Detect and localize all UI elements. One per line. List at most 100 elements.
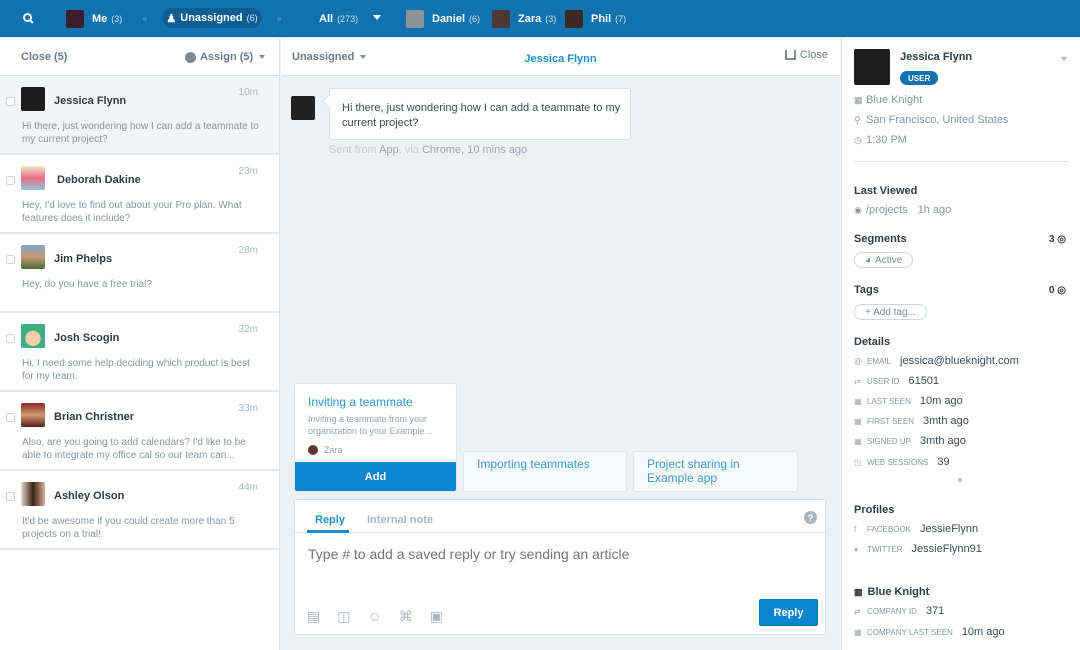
- building-icon: ▦: [854, 94, 863, 105]
- nav-item-daniel[interactable]: Daniel (6): [406, 8, 480, 29]
- assign-icon: [185, 51, 196, 63]
- select-checkbox[interactable]: [6, 492, 15, 501]
- avatar: [406, 9, 424, 28]
- article-title: Inviting a teammate: [308, 395, 413, 409]
- nav-count: (6): [469, 13, 481, 24]
- nav-label: Me: [92, 12, 108, 25]
- company-text: Blue Knight: [866, 94, 923, 106]
- detail-row: ▦ SIGNED UP 3mth ago: [854, 435, 966, 447]
- detail-label: SIGNED UP: [867, 437, 912, 446]
- user-profile-panel: Jessica Flynn USER ▦ Blue Knight ⚲ San Fra…: [841, 38, 1080, 650]
- select-checkbox[interactable]: [6, 255, 15, 264]
- nav-count: (3): [111, 13, 123, 24]
- nav-label: Phil: [591, 12, 612, 25]
- conversation-item[interactable]: Josh Scogin 32m Hi, I need some help dec…: [0, 313, 279, 392]
- profile-label: FACEBOOK: [867, 525, 912, 534]
- reply-button[interactable]: Reply: [759, 599, 818, 626]
- expand-details-icon[interactable]: »: [956, 477, 966, 482]
- detail-value: 10m ago: [961, 626, 1005, 638]
- id-icon: ⇄: [854, 377, 861, 386]
- conversation-item[interactable]: Jim Phelps 28m Hey, do you have a free t…: [0, 234, 279, 313]
- calendar-icon: ▦: [854, 397, 862, 406]
- eye-icon: ◎: [1057, 285, 1066, 296]
- composer-tabs: Reply Internal note ?: [295, 500, 825, 533]
- chevron-down-icon[interactable]: [1061, 57, 1067, 61]
- chevron-down-icon: [259, 55, 266, 59]
- tab-reply[interactable]: Reply: [315, 514, 345, 526]
- add-article-button[interactable]: Add: [295, 462, 456, 491]
- nav-item-me[interactable]: Me (3): [66, 8, 122, 29]
- select-checkbox[interactable]: [6, 413, 15, 422]
- search-icon[interactable]: [22, 12, 36, 26]
- close-all-button[interactable]: Close (5): [21, 51, 67, 63]
- article-suggestion-card[interactable]: Project sharing in Example app: [633, 451, 798, 492]
- emoji-icon[interactable]: ☺: [367, 608, 381, 625]
- tags-count[interactable]: 0 ◎: [1049, 285, 1066, 296]
- help-icon[interactable]: ?: [804, 511, 817, 524]
- twitter-icon: ♦: [854, 545, 859, 554]
- detail-value: jessica@blueknight.com: [900, 355, 1019, 367]
- add-tag-button[interactable]: + Add tag...: [854, 304, 927, 320]
- last-viewed-page[interactable]: /projects: [866, 204, 908, 216]
- image-icon[interactable]: ▣: [430, 608, 443, 625]
- detail-label: WEB SESSIONS: [867, 458, 929, 467]
- reply-input[interactable]: [308, 546, 808, 562]
- divider: [854, 161, 1068, 162]
- count-value: 0: [1048, 285, 1055, 296]
- select-checkbox[interactable]: [6, 97, 15, 106]
- segment-pill[interactable]: ◕ Active: [854, 252, 914, 268]
- select-checkbox[interactable]: [6, 334, 15, 343]
- article-suggestion-card[interactable]: Inviting a teammate Inviting a teammate …: [294, 383, 457, 492]
- timestamp: 44m: [238, 482, 258, 493]
- nav-item-phil[interactable]: Phil (7): [565, 8, 626, 29]
- reply-composer: Reply Internal note ? ▤ ◫ ☺ ⌘ ▣ Reply: [294, 499, 826, 635]
- nav-item-zara[interactable]: Zara (3): [492, 8, 556, 29]
- nav-item-unassigned[interactable]: ♟ Unassigned (6): [162, 8, 262, 28]
- clock-icon: ◷: [854, 134, 862, 145]
- profile-time: ◷ 1:30 PM: [854, 134, 907, 146]
- conversation-item[interactable]: Deborah Dakine 23m Hey, I'd love to find…: [0, 155, 279, 234]
- meta-time: , 10 mins ago: [461, 144, 528, 156]
- avatar: [21, 482, 45, 506]
- email-icon: @: [854, 357, 863, 366]
- facebook-icon: f: [854, 525, 857, 534]
- profile-value[interactable]: JessieFlynn91: [912, 543, 982, 555]
- inbox-icon[interactable]: ◫: [337, 608, 350, 625]
- avatar: [21, 245, 45, 269]
- saved-reply-icon[interactable]: ▤: [307, 608, 320, 625]
- chevron-down-icon[interactable]: [373, 15, 381, 20]
- company-detail-row: ▦ COMPANY LAST SEEN 10m ago: [854, 626, 1005, 638]
- message-bubble: Hi there, just wondering how I can add a…: [329, 88, 631, 140]
- nav-count: (7): [615, 13, 627, 24]
- conversation-item[interactable]: Ashley Olson 44m It'd be awesome if you …: [0, 471, 279, 550]
- select-checkbox[interactable]: [6, 176, 15, 185]
- profile-location: ⚲ San Francisco, United States: [854, 114, 1008, 126]
- avatar: [291, 96, 315, 120]
- detail-row: ▦ LAST SEEN 10m ago: [854, 395, 963, 407]
- segments-count[interactable]: 3 ◎: [1049, 234, 1066, 245]
- section-heading: Tags: [854, 284, 879, 296]
- article-suggestion-card[interactable]: Importing teammates: [463, 451, 627, 492]
- assign-button[interactable]: Assign (5): [185, 51, 266, 63]
- detail-label: COMPANY ID: [867, 607, 917, 616]
- separator-dot: [143, 17, 147, 21]
- close-conversation-button[interactable]: Close: [784, 49, 828, 61]
- avatar: [308, 445, 318, 455]
- detail-value: 3mth ago: [922, 415, 969, 427]
- bulk-actions-bar: Close (5) Assign (5): [0, 38, 279, 76]
- eye-icon: ◎: [1057, 234, 1066, 245]
- contact-name: Jim Phelps: [54, 253, 113, 265]
- profile-name: Jessica Flynn: [900, 51, 973, 63]
- nav-label: Daniel: [432, 12, 466, 25]
- section-heading: Details: [854, 336, 891, 348]
- conversation-item[interactable]: Jessica Flynn 10m Hi there, just wonderi…: [0, 76, 279, 155]
- tab-internal-note[interactable]: Internal note: [367, 514, 433, 526]
- attachment-icon[interactable]: ⌘: [399, 608, 413, 625]
- timestamp: 10m: [238, 87, 258, 98]
- conversation-item[interactable]: Brian Christner 33m Also, are you going …: [0, 392, 279, 471]
- profile-label: TWITTER: [867, 545, 903, 554]
- nav-item-all[interactable]: All (273): [319, 8, 358, 29]
- nav-count: (6): [246, 13, 258, 23]
- profile-value[interactable]: JessieFlynn: [920, 523, 978, 535]
- company-section-heading: ▦ Blue Knight: [854, 586, 929, 598]
